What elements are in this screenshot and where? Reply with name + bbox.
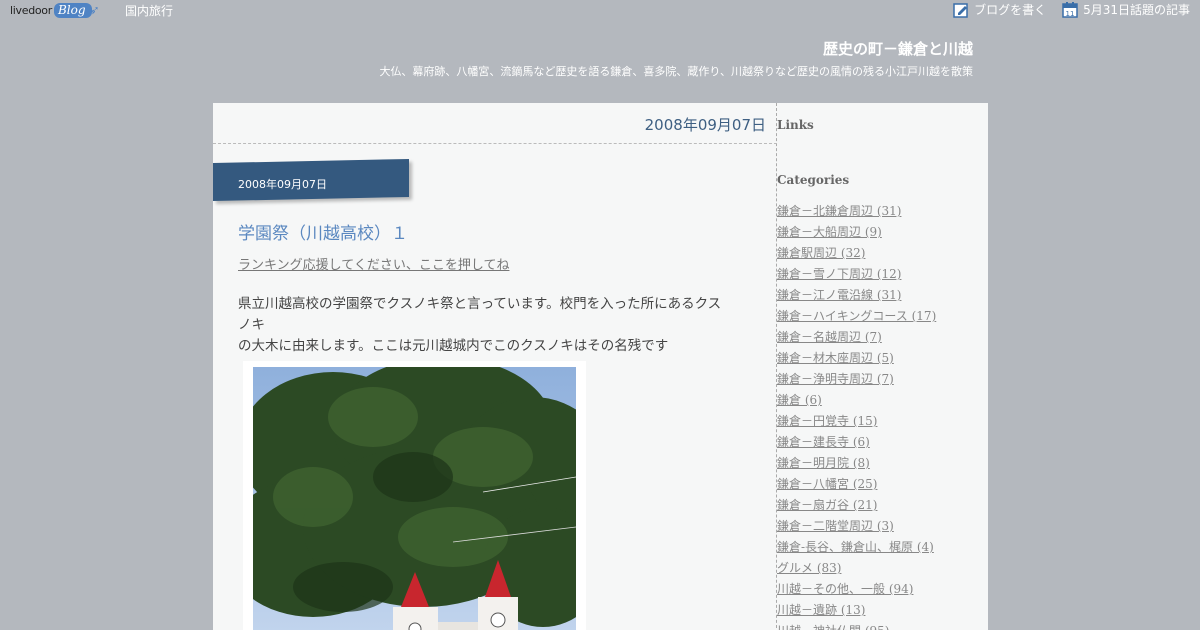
top-right-links: ブログを書く 11 5月31日話題の記事 [937,1,1190,18]
category-item[interactable]: 鎌倉－円覚寺 (15) [777,411,936,432]
date-divider [213,143,777,144]
post-body-line: 県立川越高校の学園祭でクスノキ祭と言っています。校門を入った所にあるクス [238,296,722,312]
category-item[interactable]: 鎌倉－浄明寺周辺 (7) [777,369,936,390]
top-bar: livedoor Blog ➶ 国内旅行 ブログを書く 11 5月31日話題の記… [0,0,1200,20]
category-item[interactable]: 鎌倉-長谷、鎌倉山、梶原 (4) [777,537,936,558]
category-item[interactable]: 鎌倉－大船周辺 (9) [777,222,936,243]
category-item[interactable]: 川越－神社仏閣 (95) [777,621,936,630]
post-date: 2008年09月07日 [238,178,327,191]
logo-blog-text: Blog [53,2,92,18]
logo-wing-icon: ➶ [89,3,100,17]
category-item[interactable]: 川越－遺跡 (13) [777,600,936,621]
livedoor-blog-logo[interactable]: livedoor Blog ➶ [10,1,100,19]
category-item[interactable]: 鎌倉－二階堂周辺 (3) [777,516,936,537]
post-body-line: ノキ [238,317,265,333]
ranking-link[interactable]: ランキング応援してください、ここを押してね [238,254,509,273]
write-blog-link[interactable]: ブログを書く [953,1,1046,18]
category-item[interactable]: 鎌倉－八幡宮 (25) [777,474,936,495]
post-photo[interactable] [253,367,576,630]
category-item[interactable]: 鎌倉 (6) [777,390,936,411]
category-item[interactable]: 鎌倉駅周辺 (32) [777,243,936,264]
post-title[interactable]: 学園祭（川越高校）１ [238,219,408,244]
blog-title[interactable]: 歴史の町－鎌倉と川越 [823,38,973,59]
category-item[interactable]: 鎌倉－材木座周辺 (5) [777,348,936,369]
content-container: 2008年09月07日 2008年09月07日 学園祭（川越高校）１ ランキング… [213,103,988,630]
topic-articles-link[interactable]: 11 5月31日話題の記事 [1062,1,1190,18]
write-blog-label: ブログを書く [974,3,1047,17]
pencil-note-icon [953,2,968,18]
topic-articles-label: 5月31日話題の記事 [1083,3,1190,17]
categories-heading: Categories [777,173,850,187]
logo-livedoor-text: livedoor [10,3,52,17]
category-item[interactable]: 鎌倉－北鎌倉周辺 (31) [777,201,936,222]
category-item[interactable]: 鎌倉－建長寺 (6) [777,432,936,453]
post-body-line: の大木に由来します。ここは元川越城内でこのクスノキはその名残です [238,338,669,354]
calendar-day: 11 [1066,10,1075,18]
calendar-icon: 11 [1062,2,1078,18]
category-item[interactable]: 鎌倉－雪ノ下周辺 (12) [777,264,936,285]
date-header: 2008年09月07日 [644,116,766,134]
category-item[interactable]: グルメ (83) [777,558,936,579]
post-body: 県立川越高校の学園祭でクスノキ祭と言っています。校門を入った所にあるクス ノキ … [238,294,748,357]
blog-description: 大仏、幕府跡、八幡宮、流鏑馬など歴史を語る鎌倉、喜多院、蔵作り、川越祭りなど歴史… [379,65,973,78]
category-item[interactable]: 鎌倉－ハイキングコース (17) [777,306,936,327]
category-item[interactable]: 鎌倉－扇ガ谷 (21) [777,495,936,516]
category-item[interactable]: 鎌倉－名越周辺 (7) [777,327,936,348]
sidebar: Links Categories 鎌倉－北鎌倉周辺 (31) 鎌倉－大船周辺 (… [777,103,988,630]
domestic-travel-link[interactable]: 国内旅行 [125,2,173,19]
category-list: 鎌倉－北鎌倉周辺 (31) 鎌倉－大船周辺 (9) 鎌倉駅周辺 (32) 鎌倉－… [777,201,936,630]
category-item[interactable]: 川越－その他、一般 (94) [777,579,936,600]
category-item[interactable]: 鎌倉－明月院 (8) [777,453,936,474]
camphor-tree-clock-tower-photo [253,367,576,630]
links-heading: Links [777,118,814,132]
main-column: 2008年09月07日 2008年09月07日 学園祭（川越高校）１ ランキング… [213,103,777,630]
category-item[interactable]: 鎌倉－江ノ電沿線 (31) [777,285,936,306]
